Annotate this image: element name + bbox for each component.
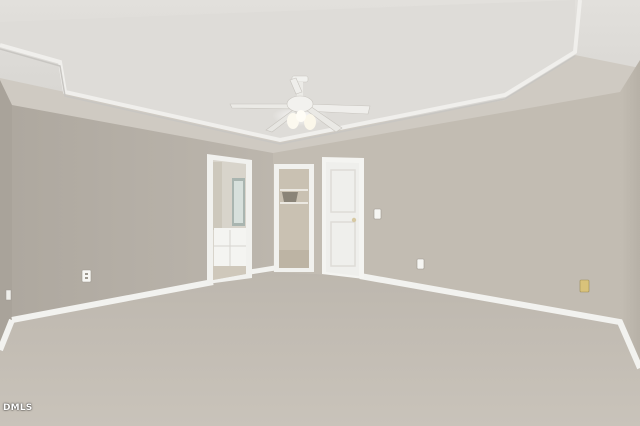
outlet-icon [416, 258, 425, 270]
fan-light [296, 110, 306, 122]
door-knob-icon [351, 217, 357, 223]
outlet-icon [5, 289, 12, 301]
watermark-label: DMLS [3, 403, 33, 413]
photo-frame: DMLS [0, 0, 640, 426]
entry-door [322, 157, 364, 279]
bathroom-doorway [207, 154, 252, 284]
outlet-icon [579, 279, 590, 293]
wall-left [0, 80, 12, 350]
closet-doorway [274, 164, 314, 272]
bedroom-scene [0, 0, 640, 426]
light-switch-icon [373, 208, 382, 220]
outlet-icon [81, 269, 92, 283]
